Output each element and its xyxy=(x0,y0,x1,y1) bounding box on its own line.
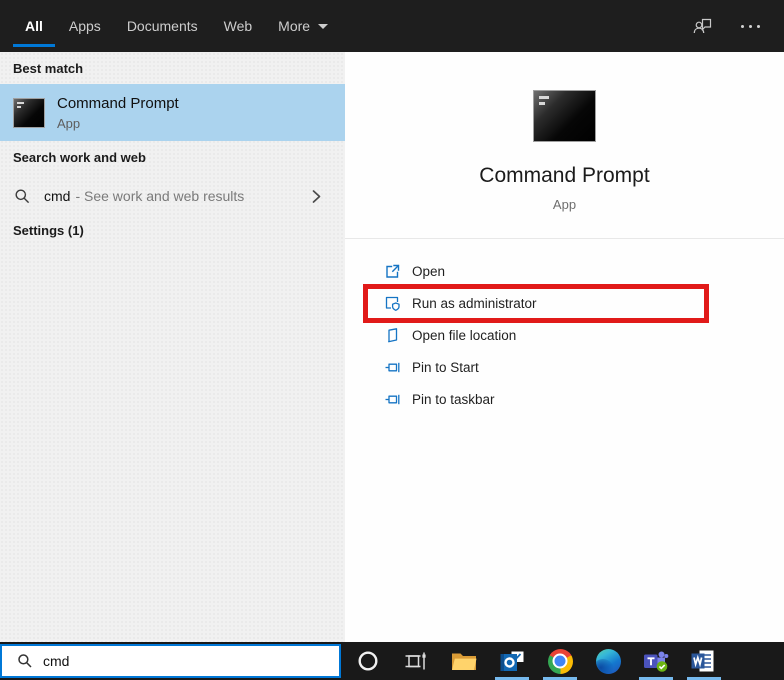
action-label: Open file location xyxy=(412,328,516,343)
taskbar-word-button[interactable] xyxy=(680,642,728,680)
tab-web-label: Web xyxy=(224,18,253,34)
search-filter-bar: All Apps Documents Web More xyxy=(0,0,784,52)
taskbar-teams-button[interactable] xyxy=(632,642,680,680)
taskbar-outlook-button[interactable] xyxy=(488,642,536,680)
open-file-location-icon xyxy=(384,327,401,344)
windows-search-flyout: All Apps Documents Web More xyxy=(0,0,784,680)
edge-icon xyxy=(596,649,621,674)
outlook-icon xyxy=(499,649,525,673)
tab-documents[interactable]: Documents xyxy=(127,0,198,52)
tab-apps[interactable]: Apps xyxy=(69,0,101,52)
tab-all-label: All xyxy=(25,18,43,34)
tab-more-label: More xyxy=(278,18,310,34)
settings-header: Settings (1) xyxy=(0,219,345,246)
web-search-suggestion[interactable]: cmd - See work and web results xyxy=(0,173,345,219)
taskbar-app-icons xyxy=(344,642,728,680)
best-match-header: Best match xyxy=(0,52,345,84)
taskbar-file-explorer-button[interactable] xyxy=(440,642,488,680)
command-prompt-icon xyxy=(13,98,45,128)
action-pin-to-taskbar[interactable]: Pin to taskbar xyxy=(345,383,784,415)
search-filter-tabs: All Apps Documents Web More xyxy=(25,0,328,52)
cortana-icon xyxy=(356,649,380,673)
app-actions-list: Open Run as administrator xyxy=(345,239,784,415)
app-title: Command Prompt xyxy=(345,164,784,188)
more-options-icon[interactable] xyxy=(741,15,760,37)
command-prompt-icon xyxy=(533,90,596,142)
search-icon xyxy=(14,188,31,205)
admin-shield-icon xyxy=(384,295,401,312)
action-label: Run as administrator xyxy=(412,296,537,311)
chevron-right-icon xyxy=(308,188,325,205)
search-results-area: Best match Command Prompt App Search wor… xyxy=(0,52,784,642)
taskbar-chrome-button[interactable] xyxy=(536,642,584,680)
taskbar-search-box[interactable] xyxy=(0,644,341,678)
action-label: Open xyxy=(412,264,445,279)
chrome-icon xyxy=(548,649,573,674)
word-icon xyxy=(691,649,717,673)
tab-more[interactable]: More xyxy=(278,0,328,52)
search-icon xyxy=(17,653,33,669)
best-match-result-command-prompt[interactable]: Command Prompt App xyxy=(0,84,345,141)
app-header: Command Prompt App xyxy=(345,52,784,212)
pin-icon xyxy=(384,359,401,376)
action-pin-to-start[interactable]: Pin to Start xyxy=(345,351,784,383)
file-explorer-icon xyxy=(451,650,477,672)
taskbar-edge-button[interactable] xyxy=(584,642,632,680)
search-work-web-header: Search work and web xyxy=(0,141,345,173)
pin-icon xyxy=(384,391,401,408)
action-label: Pin to taskbar xyxy=(412,392,495,407)
app-subtitle: App xyxy=(345,197,784,212)
taskbar xyxy=(0,642,784,680)
open-icon xyxy=(384,263,401,280)
taskbar-cortana-button[interactable] xyxy=(344,642,392,680)
action-open[interactable]: Open xyxy=(345,255,784,287)
teams-icon xyxy=(643,649,669,673)
results-panel: Best match Command Prompt App Search wor… xyxy=(0,52,345,642)
suggestion-hint: - See work and web results xyxy=(75,188,244,204)
tab-web[interactable]: Web xyxy=(224,0,253,52)
tab-all[interactable]: All xyxy=(25,0,43,52)
result-title: Command Prompt xyxy=(57,95,179,112)
taskbar-task-view-button[interactable] xyxy=(392,642,440,680)
action-run-as-administrator[interactable]: Run as administrator xyxy=(345,287,784,319)
preview-panel: Command Prompt App Open xyxy=(345,52,784,642)
chevron-down-icon xyxy=(318,24,328,29)
tab-documents-label: Documents xyxy=(127,18,198,34)
action-open-file-location[interactable]: Open file location xyxy=(345,319,784,351)
user-feedback-icon[interactable] xyxy=(692,15,714,37)
taskbar-search-input[interactable] xyxy=(43,653,313,669)
result-subtitle: App xyxy=(57,116,179,131)
suggestion-query: cmd xyxy=(44,188,70,204)
tab-apps-label: Apps xyxy=(69,18,101,34)
action-label: Pin to Start xyxy=(412,360,479,375)
task-view-icon xyxy=(404,649,428,673)
header-actions xyxy=(692,15,784,37)
